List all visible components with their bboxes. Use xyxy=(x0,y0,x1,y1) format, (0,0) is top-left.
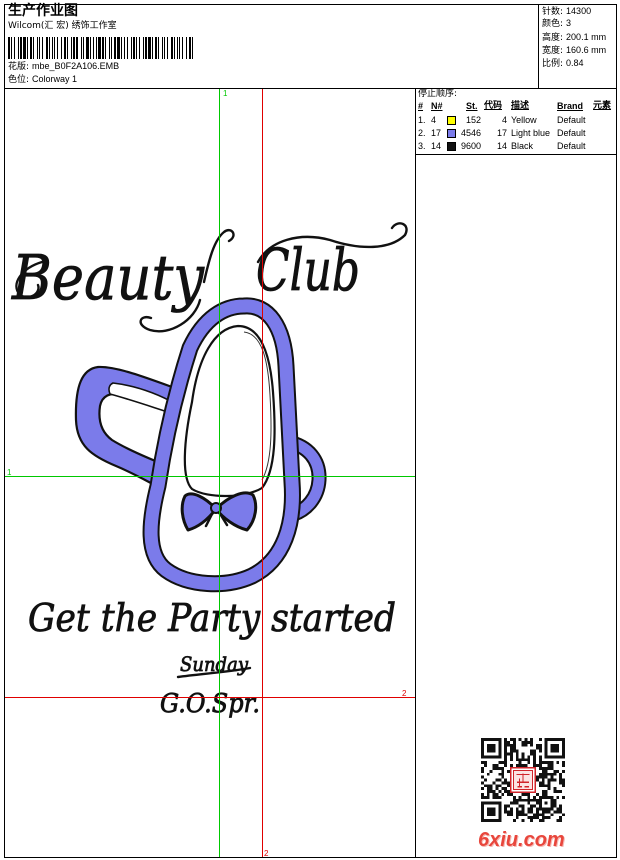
color-swatch xyxy=(447,129,456,138)
stop-table-header: # N# St. 代码 描述 Brand 元素 xyxy=(415,101,617,113)
design-file-label: 花版: xyxy=(8,62,30,72)
row-code: 4 xyxy=(501,115,507,125)
row-code: 17 xyxy=(496,128,507,138)
qr-code xyxy=(481,738,565,822)
color-swatch-fill xyxy=(447,116,456,125)
stat-width-label: 宽度: xyxy=(542,46,564,56)
guide-vertical-1-label: 1 xyxy=(223,89,228,98)
guide-horizontal-2-label: 2 xyxy=(402,689,407,698)
row-stitches: 4546 xyxy=(460,128,481,138)
stat-height: 高度: 200.1 mm xyxy=(542,32,606,44)
stats-divider xyxy=(538,4,539,88)
colorway-value: Colorway 1 xyxy=(32,74,78,84)
row-brand: Default xyxy=(557,128,586,138)
stat-scale-value: 0.84 xyxy=(566,58,584,68)
design-file-value: mbe_B0F2A106.EMB xyxy=(32,61,120,71)
row-description: Black xyxy=(511,141,534,151)
stat-stitches-label: 针数: xyxy=(542,7,564,17)
table-row: 1. 4 152 4 Yellow Default xyxy=(415,115,617,127)
barcode-bars xyxy=(8,37,193,59)
flourish-y-top xyxy=(202,228,235,284)
col-element: 元素 xyxy=(593,101,612,111)
design-canvas: Beauty Club Get the Party started Sunday… xyxy=(5,89,415,857)
stat-stitches: 针数: 14300 xyxy=(542,6,591,18)
stat-colors-value: 3 xyxy=(566,18,572,28)
row-index: 3. xyxy=(418,141,426,151)
stat-width: 宽度: 160.6 mm xyxy=(542,45,606,57)
design-line-signature: G.O.Spr. xyxy=(160,689,260,719)
stat-scale: 比例: 0.84 xyxy=(542,58,584,70)
worksheet-page: 生产作业图 Wilcom(汇 宏) 绣饰工作室 花版: mbe_B0F2A106.… xyxy=(0,0,620,860)
page-title: 生产作业图 xyxy=(8,3,78,19)
table-row: 2. 17 4546 17 Light blue Default xyxy=(415,128,617,140)
row-needle: 14 xyxy=(431,141,442,151)
table-row: 3. 14 9600 14 Black Default xyxy=(415,141,617,153)
shoe-motif xyxy=(74,297,327,593)
barcode xyxy=(8,37,193,59)
design-file-line: 花版: mbe_B0F2A106.EMB xyxy=(8,61,119,73)
stat-colors: 颜色: 3 xyxy=(542,18,571,30)
design-slogan: Get the Party started xyxy=(28,596,396,640)
col-code: 代码 xyxy=(484,101,503,111)
row-needle: 4 xyxy=(431,115,437,125)
row-stitches: 9600 xyxy=(460,141,481,151)
stat-height-value: 200.1 mm xyxy=(566,32,607,42)
color-swatch-fill xyxy=(447,129,456,138)
row-needle: 17 xyxy=(431,128,442,138)
qr-seal-stamp xyxy=(509,766,537,794)
row-index: 2. xyxy=(418,128,426,138)
stat-colors-label: 颜色: xyxy=(542,19,564,29)
color-swatch xyxy=(447,116,456,125)
stop-sequence-title: 停止顺序: xyxy=(418,89,458,99)
design-slogan-group: Get the Party started Sunday G.O.Spr. xyxy=(28,596,397,720)
col-description: 描述 xyxy=(511,101,530,111)
guide-horizontal-1-label: 1 xyxy=(7,468,12,477)
colorway-label: 色位: xyxy=(8,75,30,85)
col-index: # xyxy=(418,101,424,111)
col-brand: Brand xyxy=(557,101,584,111)
row-index: 1. xyxy=(418,115,426,125)
stat-stitches-value: 14300 xyxy=(566,6,592,16)
guide-vertical-2-label: 2 xyxy=(264,849,269,857)
row-stitches: 152 xyxy=(465,115,481,125)
color-swatch-fill xyxy=(447,142,456,151)
stat-width-value: 160.6 mm xyxy=(566,45,607,55)
col-stitches: St. xyxy=(466,101,478,111)
row-description: Light blue xyxy=(511,128,551,138)
row-brand: Default xyxy=(557,141,586,151)
row-code: 14 xyxy=(496,141,507,151)
studio-name: Wilcom(汇 宏) 绣饰工作室 xyxy=(8,21,117,31)
panel-divider xyxy=(415,88,416,858)
row-brand: Default xyxy=(557,115,586,125)
watermark-logo: 6xiu.com xyxy=(478,829,565,851)
design-title-word-1: Beauty xyxy=(11,241,205,314)
stat-height-label: 高度: xyxy=(542,33,564,43)
row-description: Yellow xyxy=(511,115,537,125)
stat-scale-label: 比例: xyxy=(542,59,564,69)
color-swatch xyxy=(447,142,456,151)
colorway-line: 色位: Colorway 1 xyxy=(8,74,77,86)
table-bottom-rule xyxy=(415,154,617,155)
col-needle: N# xyxy=(431,101,443,111)
